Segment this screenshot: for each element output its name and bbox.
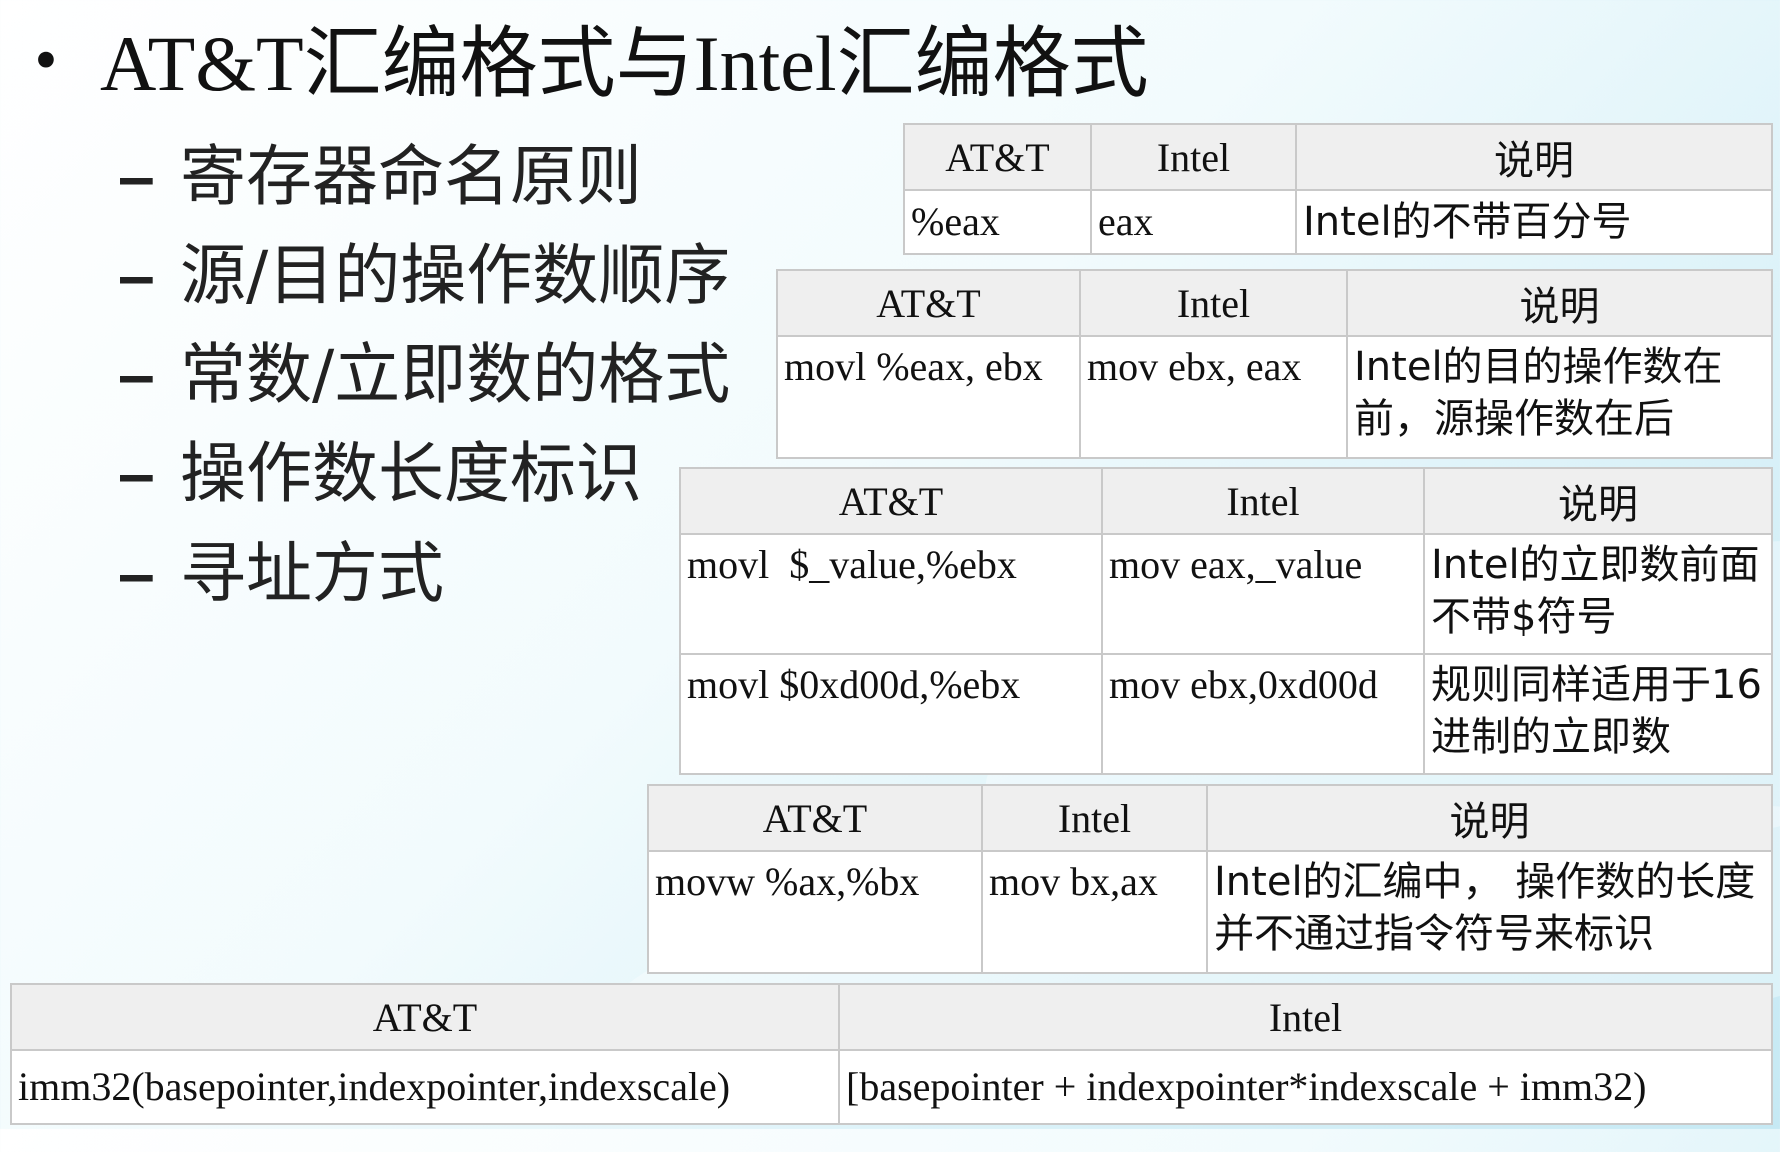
immediate-format-table: AT&T Intel 说明 movl $_value,%ebx mov eax,… — [679, 467, 1773, 775]
table-row: movl %eax, ebx mov ebx, eax Intel的目的操作数在… — [776, 335, 1773, 459]
header-description: 说明 — [1206, 784, 1773, 852]
title-text: AT&T汇编格式与Intel汇编格式 — [100, 20, 1149, 107]
table-header-row: AT&T Intel 说明 — [679, 467, 1773, 535]
header-description: 说明 — [1346, 269, 1773, 337]
cell-description: Intel的目的操作数在前，源操作数在后 — [1346, 335, 1773, 459]
cell-intel: mov bx,ax — [981, 850, 1208, 974]
slide-title: • AT&T汇编格式与Intel汇编格式 — [30, 25, 1149, 103]
cell-intel: mov eax,_value — [1101, 533, 1425, 655]
cell-description: Intel的立即数前面不带$符号 — [1423, 533, 1773, 655]
sub-item-dash: – — [118, 436, 155, 510]
cell-att: %eax — [903, 189, 1092, 255]
sub-item-dash: – — [118, 139, 155, 213]
cell-description: Intel的不带百分号 — [1295, 189, 1773, 255]
header-att: AT&T — [647, 784, 983, 852]
header-description: 说明 — [1295, 123, 1773, 191]
header-description: 说明 — [1423, 467, 1773, 535]
sub-item-addressing-mode: – 寻址方式 — [118, 540, 444, 607]
table-row: imm32(basepointer,indexpointer,indexscal… — [10, 1049, 1773, 1125]
cell-intel: mov ebx,0xd00d — [1101, 653, 1425, 775]
table-header-row: AT&T Intel 说明 — [776, 269, 1773, 337]
sub-item-operand-order: – 源/目的操作数顺序 — [118, 242, 730, 309]
sub-item-dash: – — [118, 238, 155, 312]
addressing-mode-table: AT&T Intel imm32(basepointer,indexpointe… — [10, 983, 1773, 1125]
table-header-row: AT&T Intel 说明 — [903, 123, 1773, 191]
sub-item-register-naming: – 寄存器命名原则 — [118, 143, 642, 210]
header-intel: Intel — [981, 784, 1208, 852]
cell-att: movw %ax,%bx — [647, 850, 983, 974]
table-row: movl $0xd00d,%ebx mov ebx,0xd00d 规则同样适用于… — [679, 653, 1773, 775]
cell-att: movl %eax, ebx — [776, 335, 1081, 459]
header-att: AT&T — [903, 123, 1092, 191]
table-header-row: AT&T Intel 说明 — [647, 784, 1773, 852]
cell-intel: eax — [1090, 189, 1297, 255]
cell-att: imm32(basepointer,indexpointer,indexscal… — [10, 1049, 840, 1125]
sub-item-text: 源/目的操作数顺序 — [180, 237, 731, 314]
cell-intel: [basepointer + indexpointer*indexscale +… — [838, 1049, 1773, 1125]
operand-size-table: AT&T Intel 说明 movw %ax,%bx mov bx,ax Int… — [647, 784, 1773, 974]
title-bullet: • — [30, 30, 62, 94]
table-row: movl $_value,%ebx mov eax,_value Intel的立… — [679, 533, 1773, 655]
sub-item-text: 常数/立即数的格式 — [180, 336, 731, 413]
header-att: AT&T — [776, 269, 1081, 337]
register-naming-table: AT&T Intel 说明 %eax eax Intel的不带百分号 — [903, 123, 1773, 255]
table-header-row: AT&T Intel — [10, 983, 1773, 1051]
header-att: AT&T — [679, 467, 1103, 535]
sub-item-operand-size: – 操作数长度标识 — [118, 440, 642, 507]
sub-item-text: 寻址方式 — [180, 535, 444, 612]
sub-item-immediate-format: – 常数/立即数的格式 — [118, 341, 730, 408]
cell-intel: mov ebx, eax — [1079, 335, 1348, 459]
header-att: AT&T — [10, 983, 840, 1051]
header-intel: Intel — [1090, 123, 1297, 191]
sub-item-text: 操作数长度标识 — [180, 435, 642, 512]
table-row: movw %ax,%bx mov bx,ax Intel的汇编中， 操作数的长度… — [647, 850, 1773, 974]
sub-item-dash: – — [118, 536, 155, 610]
operand-order-table: AT&T Intel 说明 movl %eax, ebx mov ebx, ea… — [776, 269, 1773, 459]
cell-description: Intel的汇编中， 操作数的长度并不通过指令符号来标识 — [1206, 850, 1773, 974]
header-intel: Intel — [838, 983, 1773, 1051]
sub-item-dash: – — [118, 337, 155, 411]
sub-item-text: 寄存器命名原则 — [180, 138, 642, 215]
header-intel: Intel — [1101, 467, 1425, 535]
cell-description: 规则同样适用于16进制的立即数 — [1423, 653, 1773, 775]
cell-att: movl $_value,%ebx — [679, 533, 1103, 655]
table-row: %eax eax Intel的不带百分号 — [903, 189, 1773, 255]
header-intel: Intel — [1079, 269, 1348, 337]
cell-att: movl $0xd00d,%ebx — [679, 653, 1103, 775]
